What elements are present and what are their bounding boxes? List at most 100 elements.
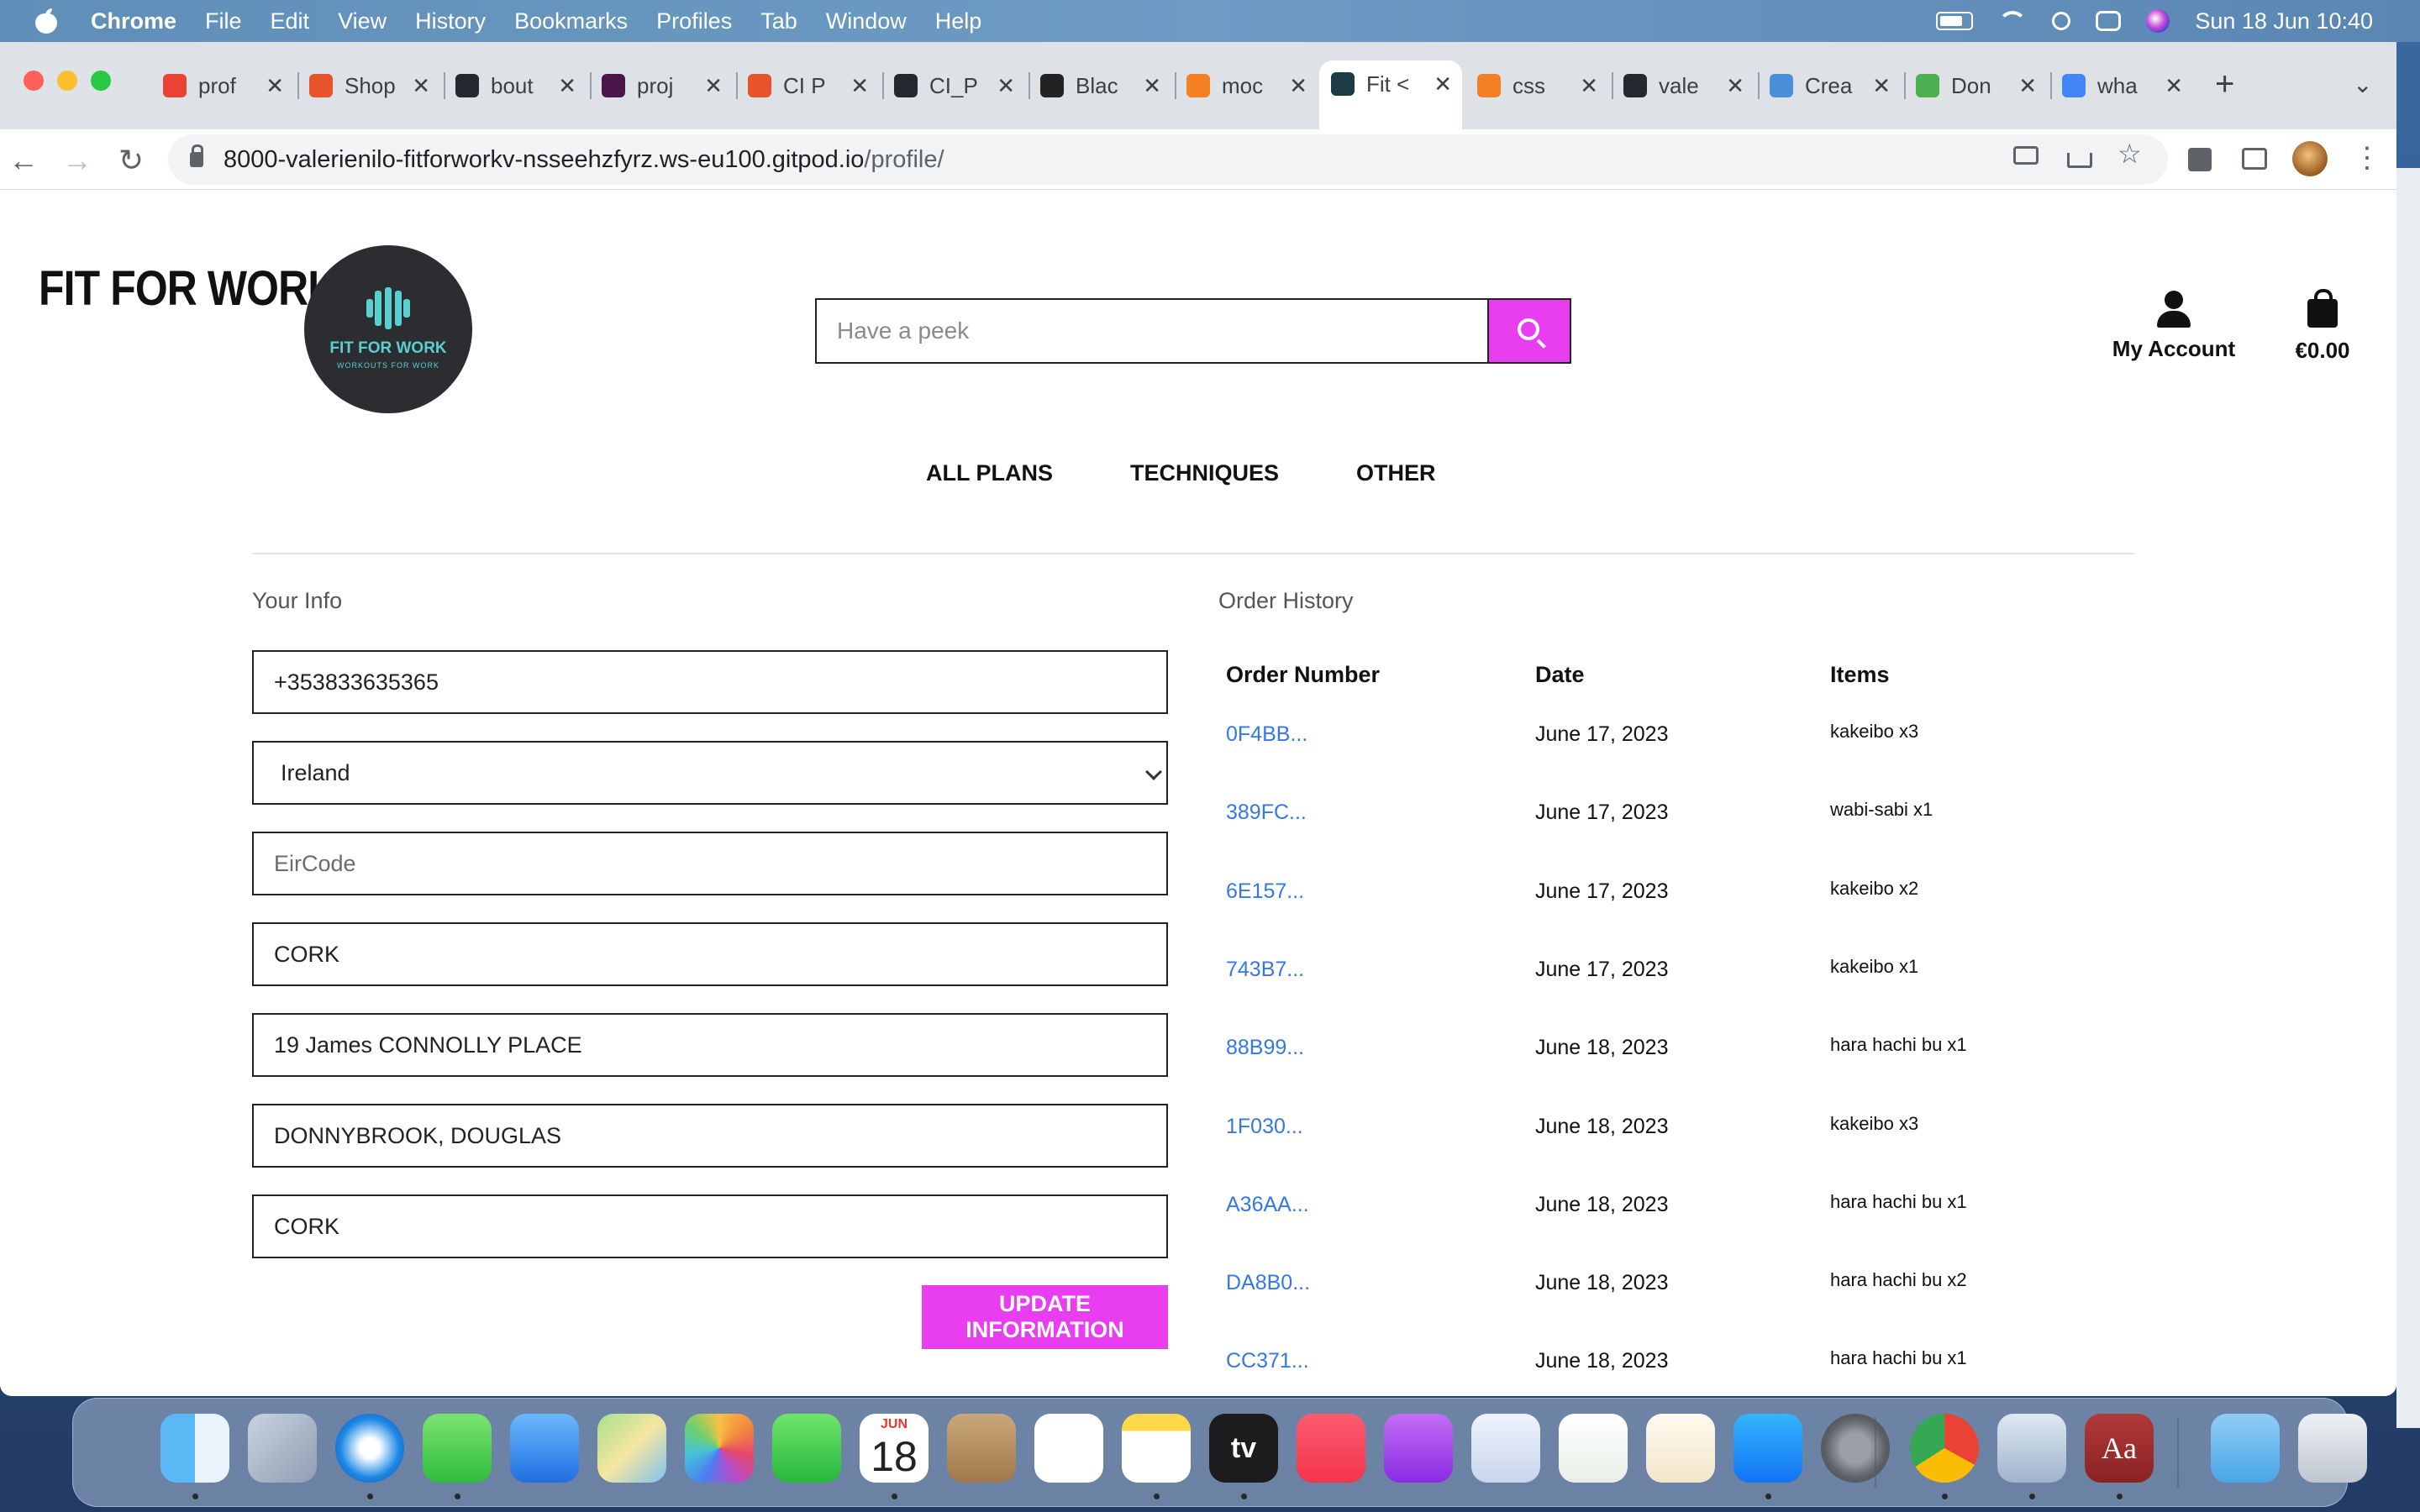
nav-all-plans[interactable]: ALL PLANS bbox=[926, 460, 1053, 486]
tab-close-icon[interactable]: ✕ bbox=[704, 73, 723, 99]
tab-close-icon[interactable]: ✕ bbox=[997, 73, 1015, 99]
order-number-link[interactable]: 1F030... bbox=[1226, 1115, 1303, 1139]
dictionary-icon[interactable]: Aa bbox=[2085, 1414, 2154, 1483]
more-menu-icon[interactable]: ⋮ bbox=[2353, 141, 2381, 175]
app-menu-chrome[interactable]: Chrome bbox=[91, 8, 176, 34]
reload-button[interactable]: ↻ bbox=[114, 143, 148, 178]
tab-search-chevron-icon[interactable]: ⌄ bbox=[2353, 71, 2372, 98]
podcasts-icon[interactable] bbox=[1384, 1414, 1453, 1483]
tab-close-icon[interactable]: ✕ bbox=[2165, 73, 2183, 99]
menu-view[interactable]: View bbox=[338, 8, 387, 34]
tab-10[interactable]: vale ✕ bbox=[1612, 62, 1754, 109]
tab-6[interactable]: Blac ✕ bbox=[1028, 62, 1171, 109]
apple-menu-icon[interactable] bbox=[35, 8, 57, 34]
keynote-icon[interactable] bbox=[1471, 1414, 1540, 1483]
app-store-icon[interactable] bbox=[1733, 1414, 1802, 1483]
extensions-puzzle-icon[interactable] bbox=[2188, 148, 2212, 171]
tab-close-icon[interactable]: ✕ bbox=[1580, 73, 1598, 99]
search-input[interactable] bbox=[817, 300, 1487, 362]
bookmark-star-icon[interactable]: ☆ bbox=[2118, 138, 2143, 169]
tab-close-icon[interactable]: ✕ bbox=[1726, 73, 1744, 99]
finder-icon[interactable] bbox=[160, 1414, 229, 1483]
tab-1[interactable]: Shop ✕ bbox=[297, 62, 440, 109]
downloads-folder-icon[interactable] bbox=[2211, 1414, 2280, 1483]
tab-2[interactable]: bout ✕ bbox=[444, 62, 587, 109]
tab-12[interactable]: Don ✕ bbox=[1904, 62, 2047, 109]
notes-icon[interactable] bbox=[1122, 1414, 1191, 1483]
menu-history[interactable]: History bbox=[415, 8, 486, 34]
tab-close-icon[interactable]: ✕ bbox=[1434, 71, 1452, 97]
tab-5[interactable]: CI_P ✕ bbox=[882, 62, 1025, 109]
menu-window[interactable]: Window bbox=[826, 8, 907, 34]
site-logo[interactable]: FIT FOR WORK WORKOUTS FOR WORK bbox=[304, 245, 472, 413]
tab-close-icon[interactable]: ✕ bbox=[2018, 73, 2037, 99]
tab-11[interactable]: Crea ✕ bbox=[1758, 62, 1901, 109]
nav-other[interactable]: OTHER bbox=[1356, 460, 1436, 486]
shopping-bag-link[interactable]: €0.00 bbox=[2289, 289, 2356, 364]
mail-icon[interactable] bbox=[510, 1414, 579, 1483]
lock-icon[interactable] bbox=[190, 144, 203, 167]
battery-icon[interactable] bbox=[1936, 12, 1974, 30]
order-number-link[interactable]: 6E157... bbox=[1226, 879, 1304, 904]
tab-close-icon[interactable]: ✕ bbox=[850, 73, 869, 99]
phone-field[interactable]: +353833635365 bbox=[252, 650, 1168, 714]
tab-close-icon[interactable]: ✕ bbox=[266, 73, 284, 99]
tab-3[interactable]: proj ✕ bbox=[590, 62, 733, 109]
numbers-icon[interactable] bbox=[1559, 1414, 1628, 1483]
menu-help[interactable]: Help bbox=[935, 8, 982, 34]
back-button[interactable]: ← bbox=[7, 143, 40, 178]
order-number-link[interactable]: A36AA... bbox=[1226, 1193, 1309, 1217]
contacts-icon[interactable] bbox=[947, 1414, 1016, 1483]
minimize-window-button[interactable] bbox=[57, 71, 77, 91]
siri-icon[interactable] bbox=[2146, 9, 2170, 33]
reminders-icon[interactable] bbox=[1034, 1414, 1103, 1483]
menu-tab[interactable]: Tab bbox=[760, 8, 797, 34]
menu-bookmarks[interactable]: Bookmarks bbox=[514, 8, 628, 34]
zoom-window-button[interactable] bbox=[91, 71, 111, 91]
order-number-link[interactable]: 743B7... bbox=[1226, 958, 1304, 982]
order-number-link[interactable]: 389FC... bbox=[1226, 801, 1307, 825]
music-icon[interactable] bbox=[1297, 1414, 1365, 1483]
preview-icon[interactable] bbox=[1997, 1414, 2066, 1483]
tab-4[interactable]: CI P ✕ bbox=[736, 62, 879, 109]
tab-close-icon[interactable]: ✕ bbox=[558, 73, 576, 99]
install-app-icon[interactable] bbox=[2013, 146, 2039, 165]
facetime-icon[interactable] bbox=[772, 1414, 841, 1483]
tab-close-icon[interactable]: ✕ bbox=[1289, 73, 1307, 99]
search-button[interactable] bbox=[1487, 300, 1570, 362]
order-number-link[interactable]: 0F4BB... bbox=[1226, 722, 1307, 747]
share-icon[interactable] bbox=[2067, 153, 2092, 168]
launchpad-icon[interactable] bbox=[248, 1414, 317, 1483]
spotlight-icon[interactable] bbox=[2052, 12, 2071, 30]
system-preferences-icon[interactable] bbox=[1821, 1414, 1890, 1483]
pages-icon[interactable] bbox=[1646, 1414, 1715, 1483]
my-account-link[interactable]: My Account bbox=[2111, 291, 2237, 362]
tab-8[interactable]: Fit < ✕ bbox=[1319, 60, 1462, 129]
nav-techniques[interactable]: TECHNIQUES bbox=[1130, 460, 1279, 486]
maps-icon[interactable] bbox=[597, 1414, 666, 1483]
menu-profiles[interactable]: Profiles bbox=[656, 8, 732, 34]
chrome-icon[interactable] bbox=[1910, 1414, 1979, 1483]
calendar-icon[interactable]: JUN 18 bbox=[860, 1414, 929, 1483]
trash-icon[interactable] bbox=[2298, 1414, 2367, 1483]
site-brand[interactable]: FIT FOR WORK bbox=[39, 260, 338, 317]
menu-edit[interactable]: Edit bbox=[271, 8, 310, 34]
wifi-icon[interactable] bbox=[1998, 11, 2028, 39]
tab-9[interactable]: css ✕ bbox=[1465, 62, 1608, 109]
tab-13[interactable]: wha ✕ bbox=[2050, 62, 2193, 109]
profile-avatar[interactable] bbox=[2292, 141, 2328, 176]
messages-icon[interactable] bbox=[423, 1414, 492, 1483]
control-center-icon[interactable] bbox=[2096, 11, 2122, 31]
close-window-button[interactable] bbox=[24, 71, 44, 91]
safari-icon[interactable] bbox=[335, 1414, 404, 1483]
apple-tv-icon[interactable]: tv bbox=[1209, 1414, 1278, 1483]
photos-icon[interactable] bbox=[685, 1414, 754, 1483]
tab-close-icon[interactable]: ✕ bbox=[1143, 73, 1161, 99]
menu-bar-clock[interactable]: Sun 18 Jun 10:40 bbox=[2195, 8, 2373, 34]
tab-7[interactable]: moc ✕ bbox=[1175, 62, 1318, 109]
new-tab-button[interactable]: + bbox=[2215, 66, 2234, 103]
side-panel-icon[interactable] bbox=[2242, 148, 2267, 170]
tab-close-icon[interactable]: ✕ bbox=[412, 73, 430, 99]
address-bar[interactable]: 8000-valerienilo-fitforworkv-nsseehzfyrz… bbox=[168, 134, 2168, 185]
forward-button[interactable]: → bbox=[60, 143, 94, 178]
